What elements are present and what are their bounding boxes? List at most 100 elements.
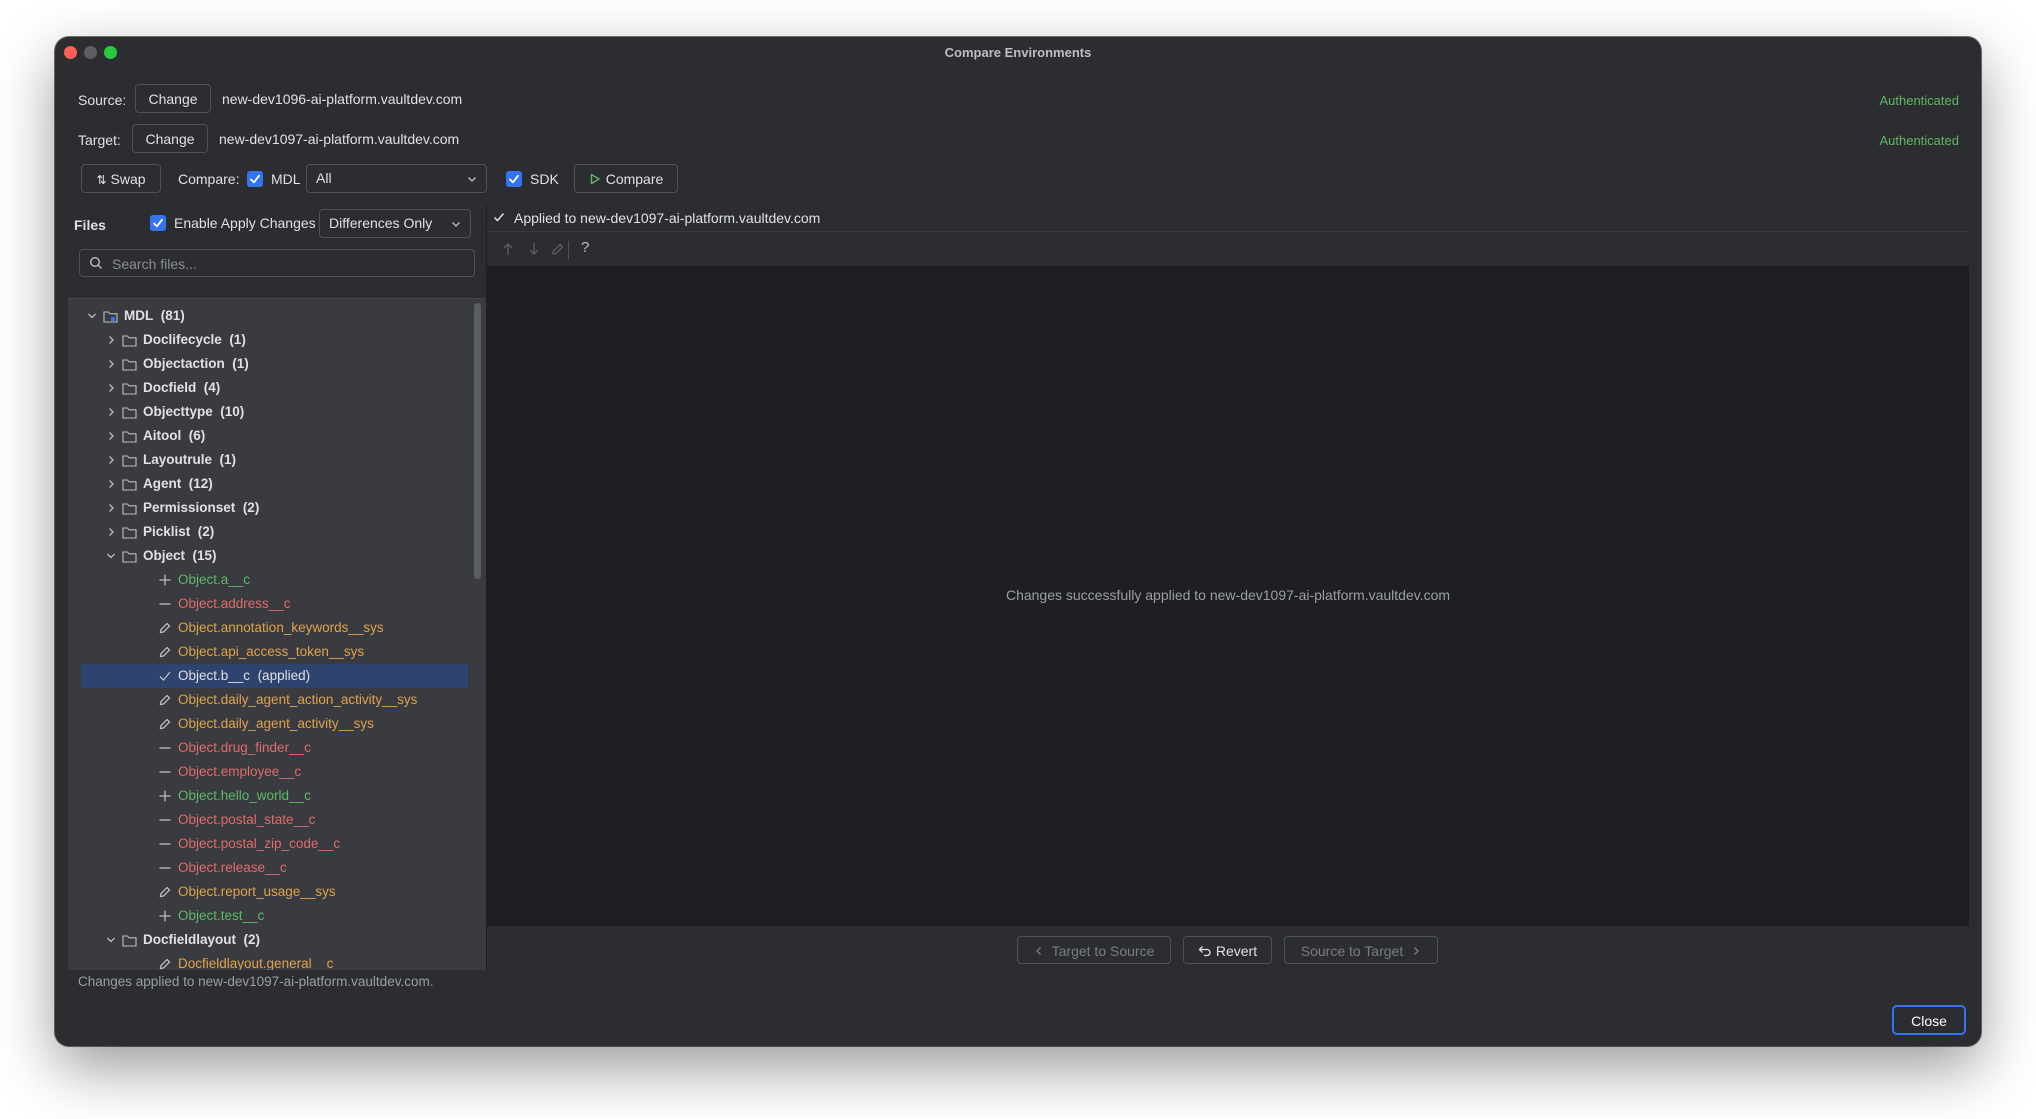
close-button[interactable]: Close xyxy=(1892,1005,1966,1035)
chevron-right-icon[interactable] xyxy=(106,527,116,537)
tree-folder-label: Objectaction (1) xyxy=(143,352,249,376)
mdl-filter-select[interactable]: All xyxy=(306,164,487,193)
chevron-right-icon[interactable] xyxy=(106,455,116,465)
enable-apply-checkbox[interactable] xyxy=(150,215,166,231)
file-name: Object.annotation_keywords__sys xyxy=(178,620,384,635)
chevron-down-icon[interactable] xyxy=(106,935,116,945)
chevron-down-icon[interactable] xyxy=(87,311,97,321)
file-name: Object.b__c xyxy=(178,668,251,683)
tree-file[interactable]: Object.test__c xyxy=(68,904,468,928)
tree-file[interactable]: Object.release__c xyxy=(68,856,468,880)
tree-folder[interactable]: MDL (81) xyxy=(68,304,468,328)
compare-toolbar: ⇅ Swap Compare: MDL All SDK Compare xyxy=(55,164,1981,198)
arrow-down-icon[interactable] xyxy=(527,241,541,257)
mdl-checkbox[interactable] xyxy=(247,171,263,187)
tree-folder[interactable]: Layoutrule (1) xyxy=(68,448,468,472)
tree-file[interactable]: Object.employee__c xyxy=(68,760,468,784)
minus-icon xyxy=(159,771,171,773)
plus-icon xyxy=(159,790,171,802)
toolbar-separator xyxy=(568,241,569,259)
chevron-right-icon[interactable] xyxy=(106,335,116,345)
tree-file-label: Docfieldlayout.general__c xyxy=(178,952,333,970)
compare-button[interactable]: Compare xyxy=(574,164,678,193)
edit-icon xyxy=(159,886,171,898)
arrow-up-icon[interactable] xyxy=(501,241,515,257)
target-to-source-button[interactable]: Target to Source xyxy=(1017,936,1171,964)
folder-icon xyxy=(122,455,137,467)
tree-folder[interactable]: Permissionset (2) xyxy=(68,496,468,520)
tree-file[interactable]: Object.hello_world__c xyxy=(68,784,468,808)
checkmark-icon xyxy=(250,174,260,184)
tree-file[interactable]: Object.postal_state__c xyxy=(68,808,468,832)
compare-button-label: Compare xyxy=(605,171,664,187)
folder-count: (15) xyxy=(192,548,217,563)
tree-folder[interactable]: Picklist (2) xyxy=(68,520,468,544)
tree-folder[interactable]: Agent (12) xyxy=(68,472,468,496)
folder-name: MDL xyxy=(124,308,154,323)
chevron-right-icon[interactable] xyxy=(106,431,116,441)
tree-file[interactable]: Docfieldlayout.general__c xyxy=(68,952,468,970)
tree-folder[interactable]: Doclifecycle (1) xyxy=(68,328,468,352)
applied-banner-text: Applied to new-dev1097-ai-platform.vault… xyxy=(514,210,821,226)
tree-file[interactable]: Object.daily_agent_activity__sys xyxy=(68,712,468,736)
plus-icon xyxy=(159,574,171,586)
sdk-checkbox[interactable] xyxy=(506,171,522,187)
tree-folder[interactable]: Objectaction (1) xyxy=(68,352,468,376)
file-name: Object.daily_agent_activity__sys xyxy=(178,716,374,731)
revert-label: Revert xyxy=(1215,943,1258,959)
tree-folder[interactable]: Docfield (4) xyxy=(68,376,468,400)
tree-file[interactable]: Object.api_access_token__sys xyxy=(68,640,468,664)
tree-folder-label: Aitool (6) xyxy=(143,424,205,448)
swap-button[interactable]: ⇅ Swap xyxy=(81,164,161,193)
tree-file-label: Object.release__c xyxy=(178,856,287,880)
tree-folder[interactable]: Object (15) xyxy=(68,544,468,568)
chevron-down-icon[interactable] xyxy=(106,551,116,561)
tree-scrollbar[interactable] xyxy=(474,303,481,579)
applied-banner: Applied to new-dev1097-ai-platform.vault… xyxy=(487,205,1969,231)
chevron-right-icon[interactable] xyxy=(106,359,116,369)
folder-name: Docfieldlayout xyxy=(143,932,237,947)
checkmark-icon xyxy=(159,671,171,681)
differences-filter-select[interactable]: Differences Only xyxy=(319,209,471,238)
target-change-button[interactable]: Change xyxy=(132,124,208,153)
edit-icon[interactable] xyxy=(550,241,564,257)
tree-file[interactable]: Object.drug_finder__c xyxy=(68,736,468,760)
source-to-target-button[interactable]: Source to Target xyxy=(1284,936,1438,964)
chevron-right-icon[interactable] xyxy=(106,383,116,393)
folder-count: (1) xyxy=(219,452,237,467)
folder-icon xyxy=(122,551,137,563)
help-icon[interactable]: ? xyxy=(581,239,589,256)
search-input[interactable] xyxy=(110,250,464,278)
chevron-right-icon[interactable] xyxy=(106,407,116,417)
title-bar: Compare Environments xyxy=(55,37,1981,69)
tree-folder[interactable]: Aitool (6) xyxy=(68,424,468,448)
checkmark-icon xyxy=(153,218,163,228)
tree-folder[interactable]: Objecttype (10) xyxy=(68,400,468,424)
tree-file[interactable]: Object.a__c xyxy=(68,568,468,592)
mdl-filter-value: All xyxy=(316,170,332,186)
revert-button[interactable]: Revert xyxy=(1183,936,1272,964)
edit-icon xyxy=(159,718,171,730)
tree-file[interactable]: Object.b__c (applied) xyxy=(81,664,468,688)
chevron-right-icon[interactable] xyxy=(106,503,116,513)
tree-folder[interactable]: Docfieldlayout (2) xyxy=(68,928,468,952)
folder-icon xyxy=(122,407,137,419)
edit-icon xyxy=(159,646,171,658)
tree-file[interactable]: Object.daily_agent_action_activity__sys xyxy=(68,688,468,712)
file-name: Object.test__c xyxy=(178,908,265,923)
chevron-right-icon[interactable] xyxy=(106,479,116,489)
source-change-button[interactable]: Change xyxy=(135,84,211,113)
checkmark-icon xyxy=(493,213,505,222)
tree-file[interactable]: Object.annotation_keywords__sys xyxy=(68,616,468,640)
tree-file-label: Object.postal_state__c xyxy=(178,808,315,832)
folder-count: (81) xyxy=(160,308,185,323)
edit-icon xyxy=(159,622,171,634)
tree-file[interactable]: Object.postal_zip_code__c xyxy=(68,832,468,856)
tree-file[interactable]: Object.report_usage__sys xyxy=(68,880,468,904)
compare-label: Compare: xyxy=(178,171,240,187)
folder-name: Aitool xyxy=(143,428,182,443)
folder-name: Agent xyxy=(143,476,182,491)
tree-file[interactable]: Object.address__c xyxy=(68,592,468,616)
tree-file-label: Object.daily_agent_activity__sys xyxy=(178,712,374,736)
source-to-target-label: Source to Target xyxy=(1300,943,1404,959)
